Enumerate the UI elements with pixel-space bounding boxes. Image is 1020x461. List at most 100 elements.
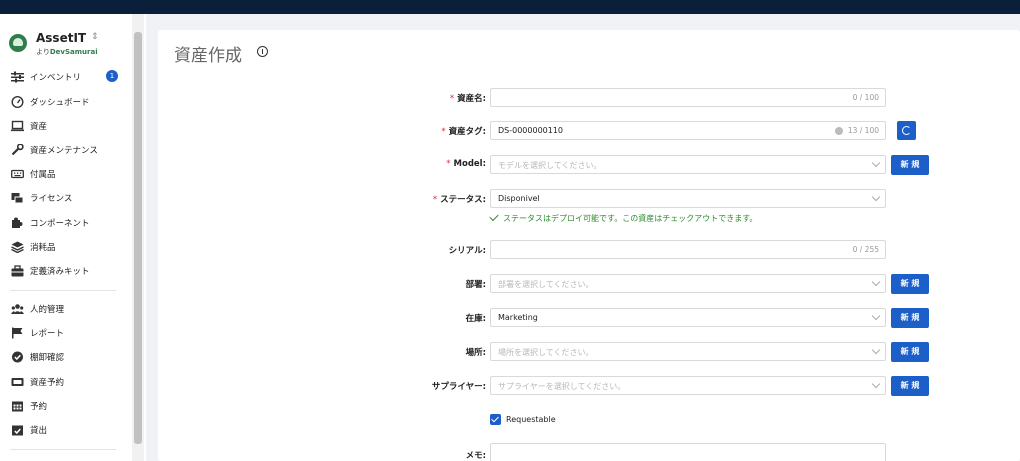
new-department-button[interactable]: 新 規 bbox=[891, 274, 929, 294]
new-supplier-button[interactable]: 新 規 bbox=[891, 376, 929, 396]
chevron-down-icon bbox=[871, 158, 881, 168]
department-select[interactable]: 部署を選択してください。 bbox=[490, 274, 886, 293]
sidebar-item-label: 棚卸確認 bbox=[30, 353, 65, 363]
sidebar-scroll-thumb[interactable] bbox=[134, 32, 142, 444]
new-location-button[interactable]: 新 規 bbox=[891, 342, 929, 362]
department-row: 部署: 部署を選択してください。 新 規 bbox=[158, 274, 1020, 294]
model-select[interactable]: モデルを選択してください。 bbox=[490, 155, 886, 174]
supplier-label: サプライヤー: bbox=[431, 382, 486, 392]
sidebar-item-licenses[interactable]: ライセンス bbox=[0, 187, 132, 209]
top-bar bbox=[0, 0, 1020, 14]
stock-row: 在庫: Marketing 新 規 bbox=[158, 308, 1020, 328]
refresh-tag-button[interactable] bbox=[897, 121, 916, 140]
sidebar-scrollbar[interactable] bbox=[132, 14, 144, 461]
sliders-icon bbox=[11, 71, 24, 83]
sidebar-item-lending[interactable]: 貸出 bbox=[0, 419, 132, 441]
sidebar-divider bbox=[10, 290, 116, 291]
asset-name-row: * 資産名: 0 / 100 bbox=[158, 88, 1020, 108]
chevron-down-icon bbox=[871, 192, 881, 202]
laptop-icon bbox=[11, 120, 24, 132]
clear-icon[interactable] bbox=[835, 127, 843, 135]
app-logo bbox=[9, 34, 27, 52]
sidebar-item-accessories[interactable]: 付属品 bbox=[0, 163, 132, 185]
puzzle-icon bbox=[12, 217, 23, 228]
app-brand[interactable]: AssetIT ⇕ よりDevSamurai bbox=[9, 31, 129, 61]
memo-textarea[interactable] bbox=[490, 443, 886, 461]
sidebar-item-label: インベントリ bbox=[30, 73, 82, 83]
location-select[interactable]: 場所を選択してください。 bbox=[490, 342, 886, 361]
sidebar-item-booking[interactable]: 予約 bbox=[0, 395, 132, 417]
serial-input[interactable]: 0 / 255 bbox=[490, 240, 886, 259]
new-stock-button[interactable]: 新 規 bbox=[891, 308, 929, 328]
department-label: 部署: bbox=[465, 280, 486, 290]
asset-name-counter: 0 / 100 bbox=[852, 93, 879, 102]
required-mark: * bbox=[441, 127, 446, 137]
chevron-down-icon bbox=[871, 311, 881, 321]
sidebar-item-label: ライセンス bbox=[30, 194, 73, 204]
app-name: AssetIT bbox=[36, 31, 87, 45]
inventory-count-badge: 1 bbox=[106, 70, 118, 82]
sidebar-item-label: 人的管理 bbox=[30, 305, 65, 315]
sidebar-item-people[interactable]: 人的管理 bbox=[0, 298, 132, 320]
asset-name-label: * 資産名: bbox=[449, 94, 486, 104]
sidebar-item-label: ダッシュボード bbox=[30, 98, 90, 108]
sidebar-item-label: 資産 bbox=[30, 122, 48, 132]
keyboard-icon bbox=[11, 169, 24, 179]
supplier-select[interactable]: サプライヤーを選択してください。 bbox=[490, 376, 886, 395]
sidebar-item-assets[interactable]: 資産 bbox=[0, 115, 132, 137]
location-row: 場所: 場所を選択してください。 新 規 bbox=[158, 342, 1020, 362]
stock-value: Marketing bbox=[498, 313, 538, 322]
app-vendor: よりDevSamurai bbox=[36, 48, 98, 56]
calendar-icon bbox=[12, 401, 23, 412]
layers-icon bbox=[11, 241, 24, 253]
sidebar-item-label: 消耗品 bbox=[30, 243, 56, 253]
asset-tag-value: DS-0000000110 bbox=[498, 126, 564, 135]
supplier-placeholder: サプライヤーを選択してください。 bbox=[498, 382, 626, 391]
gauge-icon bbox=[11, 96, 24, 108]
calendar-check-icon bbox=[12, 425, 23, 436]
sidebar-item-label: レポート bbox=[30, 329, 65, 339]
ticket-icon bbox=[11, 378, 24, 386]
status-value: Disponivel bbox=[498, 194, 540, 203]
sidebar-item-reports[interactable]: レポート bbox=[0, 322, 132, 344]
new-model-button[interactable]: 新 規 bbox=[891, 155, 929, 175]
sidebar-item-predefined-kits[interactable]: 定義済みキット bbox=[0, 260, 132, 282]
requestable-checkbox[interactable]: Requestable bbox=[490, 414, 690, 428]
sidebar-item-asset-reservation[interactable]: 資産予約 bbox=[0, 371, 132, 393]
location-placeholder: 場所を選択してください。 bbox=[498, 348, 594, 357]
location-label: 場所: bbox=[465, 348, 486, 358]
sidebar-item-consumables[interactable]: 消耗品 bbox=[0, 236, 132, 258]
sidebar-item-label: 資産予約 bbox=[30, 378, 65, 388]
chevron-down-icon bbox=[871, 379, 881, 389]
sidebar-item-label: 資産メンテナンス bbox=[30, 146, 98, 156]
model-label: * Model: bbox=[446, 159, 486, 169]
sidebar-item-inventory[interactable]: インベントリ 1 bbox=[0, 66, 132, 88]
stock-label: 在庫: bbox=[465, 314, 486, 324]
badge-check-icon bbox=[12, 351, 23, 363]
status-select[interactable]: Disponivel bbox=[490, 189, 886, 208]
sidebar-item-audit[interactable]: 棚卸確認 bbox=[0, 346, 132, 368]
status-hint: ステータスはデプロイ可能です。この資産はチェックアウトできます。 bbox=[489, 211, 910, 224]
asset-tag-input[interactable]: DS-0000000110 13 / 100 bbox=[490, 121, 886, 140]
asset-name-input[interactable]: 0 / 100 bbox=[490, 88, 886, 107]
sidebar-item-components[interactable]: コンポーネント bbox=[0, 212, 132, 234]
toolbox-icon bbox=[11, 265, 24, 277]
sidebar-item-label: 貸出 bbox=[30, 426, 48, 436]
required-mark: * bbox=[432, 195, 438, 205]
flag-icon bbox=[12, 327, 23, 339]
checkbox-checked[interactable] bbox=[490, 414, 501, 425]
users-icon bbox=[11, 304, 24, 314]
model-row: * Model: モデルを選択してください。 新 規 bbox=[158, 155, 1020, 175]
page-title: 資産作成 bbox=[174, 46, 242, 66]
info-icon[interactable] bbox=[257, 46, 268, 57]
main-card: 資産作成 * 資産名: 0 / 100 * 資産タグ: DS-0000000110 … bbox=[158, 30, 1020, 461]
app-switch-icon[interactable]: ⇕ bbox=[91, 32, 99, 42]
asset-tag-counter: 13 / 100 bbox=[847, 126, 879, 135]
stock-select[interactable]: Marketing bbox=[490, 308, 886, 327]
sidebar-item-dashboard[interactable]: ダッシュボード bbox=[0, 91, 132, 113]
sidebar-item-asset-maintenance[interactable]: 資産メンテナンス bbox=[0, 139, 132, 161]
required-mark: * bbox=[449, 94, 455, 104]
sidebar-item-label: 付属品 bbox=[30, 170, 56, 180]
sidebar-item-label: コンポーネント bbox=[30, 219, 90, 229]
serial-row: シリアル: 0 / 255 bbox=[158, 240, 1020, 260]
